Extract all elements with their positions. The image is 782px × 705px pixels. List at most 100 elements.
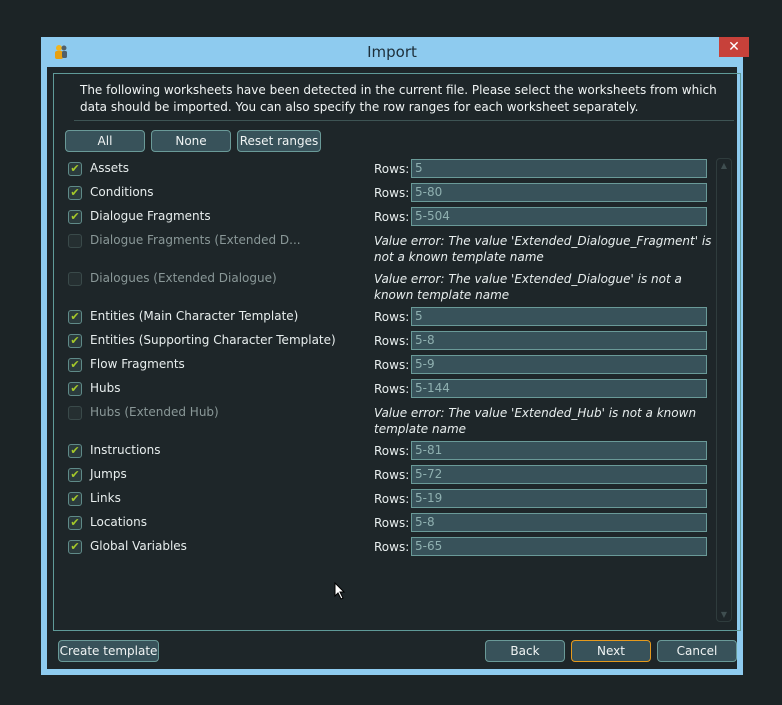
- checkmark-icon: ✔: [70, 310, 80, 323]
- worksheet-row: ✔ Links Rows: 5-19: [54, 488, 714, 512]
- worksheet-name: Dialogue Fragments (Extended D...: [90, 233, 301, 247]
- rows-label: Rows:: [374, 186, 410, 200]
- worksheet-row: ✔ Dialogue Fragments Rows: 5-504: [54, 206, 714, 230]
- worksheet-name: Links: [90, 491, 121, 505]
- rows-label: Rows:: [374, 358, 410, 372]
- reset-ranges-button[interactable]: Reset ranges: [237, 130, 321, 152]
- worksheet-checkbox[interactable]: ✔: [68, 358, 82, 372]
- worksheet-row: ✔ Flow Fragments Rows: 5-9: [54, 354, 714, 378]
- worksheet-row: ✔ Jumps Rows: 5-72: [54, 464, 714, 488]
- worksheet-name: Global Variables: [90, 539, 187, 553]
- title-bar[interactable]: Import ✕: [41, 37, 749, 67]
- back-button[interactable]: Back: [485, 640, 565, 662]
- worksheet-checkbox[interactable]: ✔: [68, 186, 82, 200]
- rows-range-input[interactable]: 5-9: [411, 355, 707, 374]
- rows-label: Rows:: [374, 516, 410, 530]
- worksheet-checkbox[interactable]: ✔: [68, 382, 82, 396]
- worksheet-checkbox[interactable]: ✔: [68, 162, 82, 176]
- worksheet-checkbox[interactable]: ✔: [68, 444, 82, 458]
- window-title: Import: [367, 43, 417, 61]
- worksheet-row: ✔ Dialogue Fragments (Extended D... Value…: [54, 230, 714, 264]
- scroll-up-icon[interactable]: ▲: [717, 161, 731, 170]
- worksheet-checkbox[interactable]: ✔: [68, 334, 82, 348]
- error-message: Value error: The value 'Extended_Hub' is…: [374, 406, 697, 436]
- rows-label: Rows:: [374, 540, 410, 554]
- rows-range-input[interactable]: 5-144: [411, 379, 707, 398]
- rows-range-input[interactable]: 5-8: [411, 513, 707, 532]
- checkmark-icon: ✔: [70, 210, 80, 223]
- worksheet-row: ✔ Dialogues (Extended Dialogue) Value err…: [54, 268, 714, 302]
- close-button[interactable]: ✕: [719, 37, 749, 57]
- worksheet-name: Dialogue Fragments: [90, 209, 211, 223]
- worksheet-checkbox[interactable]: ✔: [68, 516, 82, 530]
- dialog-body: The following worksheets have been detec…: [47, 67, 741, 669]
- rows-label: Rows:: [374, 162, 410, 176]
- worksheet-row: ✔ Entities (Supporting Character Templat…: [54, 330, 714, 354]
- worksheet-name: Dialogues (Extended Dialogue): [90, 271, 277, 285]
- worksheet-checkbox[interactable]: ✔: [68, 468, 82, 482]
- rows-range-input[interactable]: 5-8: [411, 331, 707, 350]
- close-icon: ✕: [728, 39, 740, 55]
- next-button[interactable]: Next: [571, 640, 651, 662]
- checkmark-icon: ✔: [70, 358, 80, 371]
- worksheet-name: Conditions: [90, 185, 154, 199]
- rows-label: Rows:: [374, 334, 410, 348]
- checkmark-icon: ✔: [70, 468, 80, 481]
- worksheet-checkbox[interactable]: ✔: [68, 406, 82, 420]
- worksheet-panel: The following worksheets have been detec…: [53, 73, 741, 631]
- worksheet-row: ✔ Entities (Main Character Template) Rows…: [54, 306, 714, 330]
- error-message: Value error: The value 'Extended_Dialogu…: [374, 272, 682, 302]
- rows-label: Rows:: [374, 310, 410, 324]
- rows-range-input[interactable]: 5-81: [411, 441, 707, 460]
- worksheet-checkbox[interactable]: ✔: [68, 210, 82, 224]
- divider: [74, 120, 734, 121]
- create-template-button[interactable]: Create template: [58, 640, 159, 662]
- worksheet-name: Flow Fragments: [90, 357, 185, 371]
- worksheet-checkbox[interactable]: ✔: [68, 310, 82, 324]
- worksheet-row: ✔ Locations Rows: 5-8: [54, 512, 714, 536]
- checkmark-icon: ✔: [70, 540, 80, 553]
- scrollbar[interactable]: ▲ ▼: [716, 158, 732, 622]
- worksheet-row: ✔ Assets Rows: 5: [54, 158, 714, 182]
- scroll-down-icon[interactable]: ▼: [717, 610, 731, 619]
- worksheet-checkbox[interactable]: ✔: [68, 234, 82, 248]
- rows-range-input[interactable]: 5-80: [411, 183, 707, 202]
- worksheet-checkbox[interactable]: ✔: [68, 492, 82, 506]
- checkmark-icon: ✔: [70, 406, 79, 419]
- worksheet-name: Hubs (Extended Hub): [90, 405, 219, 419]
- checkmark-icon: ✔: [70, 162, 80, 175]
- worksheet-name: Entities (Main Character Template): [90, 309, 299, 323]
- checkmark-icon: ✔: [70, 186, 80, 199]
- worksheet-row: ✔ Hubs Rows: 5-144: [54, 378, 714, 402]
- worksheet-name: Assets: [90, 161, 130, 175]
- select-all-button[interactable]: All: [65, 130, 145, 152]
- rows-label: Rows:: [374, 468, 410, 482]
- checkmark-icon: ✔: [70, 516, 80, 529]
- worksheet-name: Entities (Supporting Character Template): [90, 333, 336, 347]
- error-message: Value error: The value 'Extended_Dialogu…: [374, 234, 712, 264]
- mouse-cursor-icon: [334, 582, 346, 600]
- import-dialog: Import ✕ The following worksheets have b…: [41, 37, 749, 675]
- intro-text: The following worksheets have been detec…: [80, 83, 717, 114]
- rows-range-input[interactable]: 5-504: [411, 207, 707, 226]
- rows-label: Rows:: [374, 492, 410, 506]
- rows-range-input[interactable]: 5-19: [411, 489, 707, 508]
- worksheet-name: Jumps: [90, 467, 127, 481]
- select-none-button[interactable]: None: [151, 130, 231, 152]
- rows-label: Rows:: [374, 444, 410, 458]
- rows-label: Rows:: [374, 382, 410, 396]
- rows-range-input[interactable]: 5: [411, 307, 707, 326]
- rows-range-input[interactable]: 5-72: [411, 465, 707, 484]
- rows-label: Rows:: [374, 210, 410, 224]
- checkmark-icon: ✔: [70, 444, 80, 457]
- cancel-button[interactable]: Cancel: [657, 640, 737, 662]
- rows-range-input[interactable]: 5-65: [411, 537, 707, 556]
- worksheet-checkbox[interactable]: ✔: [68, 540, 82, 554]
- checkmark-icon: ✔: [70, 382, 80, 395]
- checkmark-icon: ✔: [70, 272, 79, 285]
- worksheet-row: ✔ Global Variables Rows: 5-65: [54, 536, 714, 560]
- checkmark-icon: ✔: [70, 234, 79, 247]
- checkmark-icon: ✔: [70, 334, 80, 347]
- rows-range-input[interactable]: 5: [411, 159, 707, 178]
- worksheet-checkbox[interactable]: ✔: [68, 272, 82, 286]
